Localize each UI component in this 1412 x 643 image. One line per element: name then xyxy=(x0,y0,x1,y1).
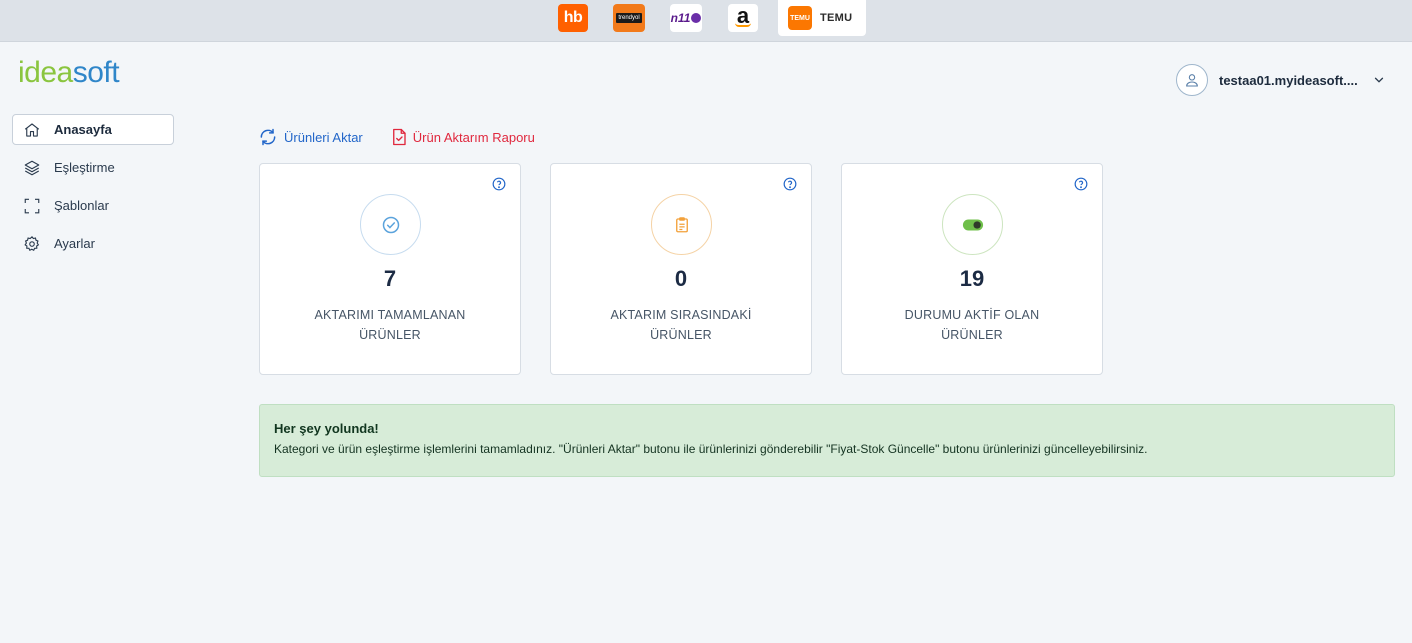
card-in-progress-transfers: 0 AKTARIM SIRASINDAKİ ÜRÜNLER xyxy=(550,163,812,375)
sidebar-item-label: Eşleştirme xyxy=(54,160,115,175)
card-count: 19 xyxy=(959,266,985,291)
sidebar-item-sablonlar[interactable]: Şablonlar xyxy=(12,190,174,221)
n11-logo-icon xyxy=(691,13,702,23)
chevron-down-icon[interactable] xyxy=(1372,73,1386,87)
alert-message: Kategori ve ürün eşleştirme işlemlerini … xyxy=(274,442,1148,456)
n11-tab[interactable]: n11 xyxy=(670,4,702,32)
card-icon-ring xyxy=(360,194,421,255)
user-icon xyxy=(1186,74,1198,87)
transfer-products-button[interactable]: Ürünleri Aktar xyxy=(258,127,363,147)
ideasoft-logo[interactable]: ideasoft xyxy=(18,56,120,90)
check-circle-icon xyxy=(382,216,399,233)
action-bar: Ürünleri Aktar Ürün Aktarım Raporu xyxy=(258,127,535,147)
alert-title: Her şey yolunda! xyxy=(274,421,379,436)
transfer-products-label: Ürünleri Aktar xyxy=(284,129,363,145)
gear-icon xyxy=(24,235,40,251)
amazon-tab[interactable]: a xyxy=(728,4,758,32)
transfer-report-button[interactable]: Ürün Aktarım Raporu xyxy=(391,128,535,146)
success-alert: Her şey yolunda! Kategori ve ürün eşleşt… xyxy=(259,404,1395,477)
card-count: 0 xyxy=(674,266,688,291)
sidebar-item-ayarlar[interactable]: Ayarlar xyxy=(12,228,174,259)
help-icon[interactable] xyxy=(783,177,797,191)
amazon-smile-icon xyxy=(735,23,751,27)
transfer-report-label: Ürün Aktarım Raporu xyxy=(412,129,535,145)
temu-tab[interactable]: TEMU TEMU xyxy=(778,0,866,36)
card-active-products: 19 DURUMU AKTİF OLAN ÜRÜNLER xyxy=(841,163,1103,375)
hepsiburada-tab[interactable]: hb xyxy=(558,4,588,32)
logo-part-soft: soft xyxy=(72,56,120,89)
user-menu[interactable]: testaa01.myideasoft.... xyxy=(1176,63,1386,97)
refresh-icon xyxy=(260,128,276,146)
card-label: AKTARIM SIRASINDAKİ ÜRÜNLER xyxy=(610,308,752,342)
card-label: AKTARIMI TAMAMLANAN ÜRÜNLER xyxy=(314,308,466,342)
home-icon xyxy=(24,122,40,137)
sidebar-item-anasayfa[interactable]: Anasayfa xyxy=(12,114,174,145)
layers-icon xyxy=(24,160,40,175)
sidebar-item-eslestirme[interactable]: Eşleştirme xyxy=(12,152,174,183)
report-document-icon xyxy=(392,128,406,146)
help-icon[interactable] xyxy=(1074,177,1088,191)
help-icon[interactable] xyxy=(492,177,506,191)
card-label: DURUMU AKTİF OLAN ÜRÜNLER xyxy=(904,308,1040,342)
frame-icon xyxy=(24,198,40,213)
avatar xyxy=(1176,64,1208,96)
sidebar: Anasayfa Eşleştirme Şablonlar Ayarlar xyxy=(12,114,174,266)
user-name: testaa01.myideasoft.... xyxy=(1219,72,1358,88)
clipboard-icon xyxy=(675,216,688,232)
sidebar-item-label: Ayarlar xyxy=(54,236,95,251)
n11-logo: n11 xyxy=(670,11,691,25)
marketplace-bar: hb trendyol n11 a TEMU TEMU xyxy=(0,0,1412,42)
sidebar-item-label: Şablonlar xyxy=(54,198,109,213)
card-icon-ring xyxy=(651,194,712,255)
trendyol-logo: trendyol xyxy=(616,13,642,23)
trendyol-tab[interactable]: trendyol xyxy=(613,4,645,32)
logo-part-idea: idea xyxy=(18,56,73,89)
sidebar-item-label: Anasayfa xyxy=(54,122,112,137)
temu-logo: TEMU xyxy=(788,6,812,30)
card-icon-ring xyxy=(942,194,1003,255)
card-count: 7 xyxy=(383,266,397,291)
hepsiburada-logo: hb xyxy=(563,9,583,26)
toggle-icon xyxy=(962,219,983,230)
card-completed-transfers: 7 AKTARIMI TAMAMLANAN ÜRÜNLER xyxy=(259,163,521,375)
temu-tab-label: TEMU xyxy=(820,12,853,24)
